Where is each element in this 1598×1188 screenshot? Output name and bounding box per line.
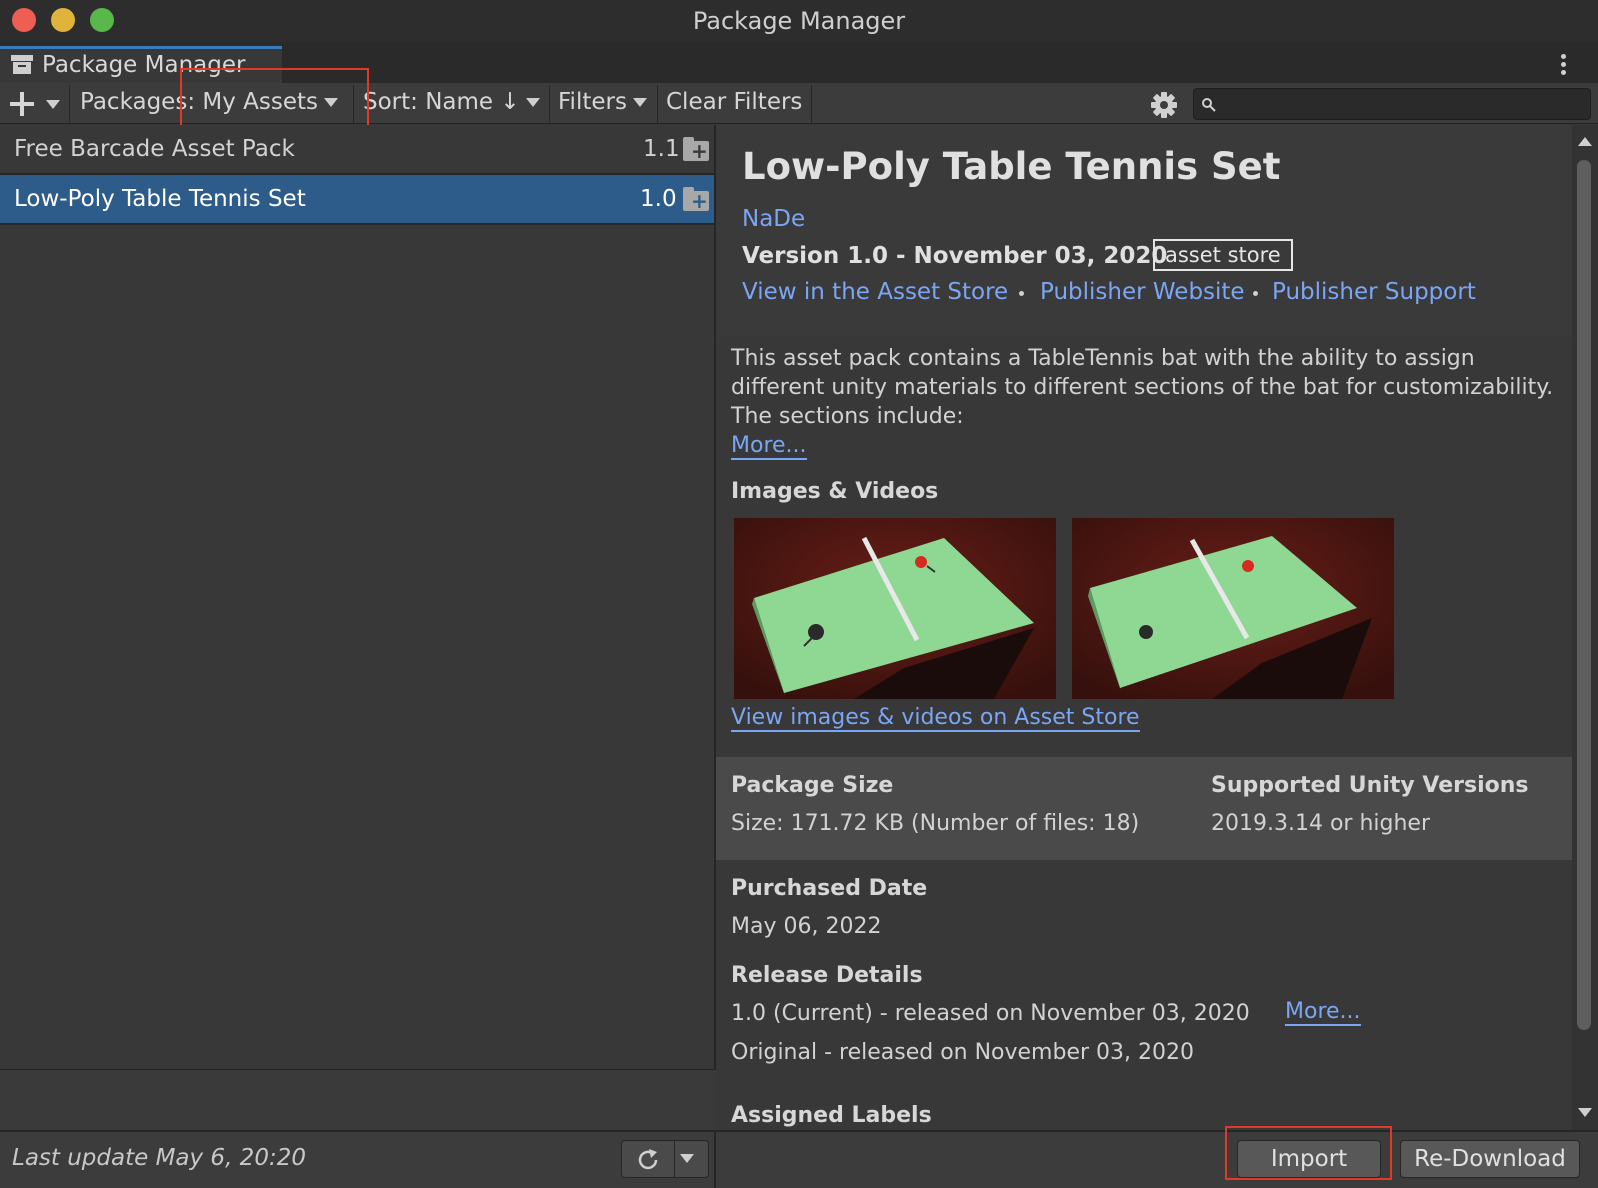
release-original: Original - released on November 03, 2020 bbox=[731, 1040, 1194, 1065]
row-divider bbox=[0, 173, 714, 175]
assigned-labels-heading: Assigned Labels bbox=[731, 1103, 932, 1128]
package-version: 1.1 bbox=[643, 136, 680, 162]
description-line: This asset pack contains a TableTennis b… bbox=[731, 346, 1475, 371]
package-name: Free Barcade Asset Pack bbox=[14, 136, 295, 162]
refresh-button[interactable] bbox=[621, 1140, 709, 1178]
supported-versions-value: 2019.3.14 or higher bbox=[1211, 811, 1431, 836]
author-link[interactable]: NaDe bbox=[742, 206, 805, 232]
chevron-down-icon[interactable] bbox=[680, 1154, 694, 1163]
release-current: 1.0 (Current) - released on November 03,… bbox=[731, 1001, 1250, 1026]
package-folder-icon: + bbox=[683, 187, 709, 213]
chevron-down-icon bbox=[525, 98, 540, 107]
sort-dropdown[interactable]: Sort: Name ↓ bbox=[363, 89, 540, 115]
screenshot-thumbnail-1[interactable] bbox=[734, 518, 1056, 699]
description-more-link[interactable]: More... bbox=[731, 433, 807, 460]
more-options-icon[interactable] bbox=[1561, 54, 1566, 75]
package-name: Low-Poly Table Tennis Set bbox=[14, 186, 306, 212]
package-size-value: Size: 171.72 KB (Number of files: 18) bbox=[731, 811, 1140, 836]
scroll-down-icon[interactable] bbox=[1578, 1108, 1592, 1117]
highlight-box-import bbox=[1225, 1126, 1392, 1180]
view-asset-store-link[interactable]: View in the Asset Store bbox=[742, 279, 1008, 305]
filters-dropdown-label: Filters bbox=[558, 89, 627, 115]
sort-dropdown-label: Sort: Name ↓ bbox=[363, 89, 520, 115]
refresh-icon bbox=[638, 1149, 658, 1170]
description-line: different unity materials to different s… bbox=[731, 375, 1554, 400]
chevron-down-icon bbox=[632, 98, 647, 107]
row-divider bbox=[0, 223, 714, 225]
supported-versions-heading: Supported Unity Versions bbox=[1211, 773, 1529, 798]
list-item-selected[interactable]: Low-Poly Table Tennis Set 1.0 + bbox=[0, 175, 714, 223]
images-heading: Images & Videos bbox=[731, 479, 939, 504]
publisher-website-link[interactable]: Publisher Website bbox=[1040, 279, 1245, 305]
view-images-link[interactable]: View images & videos on Asset Store bbox=[731, 705, 1140, 732]
screenshot-thumbnail-2[interactable] bbox=[1072, 518, 1394, 699]
purchased-date-value: May 06, 2022 bbox=[731, 914, 882, 939]
clear-filters-button[interactable]: Clear Filters bbox=[666, 89, 802, 115]
add-package-button[interactable] bbox=[8, 91, 36, 121]
chevron-down-icon[interactable] bbox=[46, 100, 60, 109]
version-line: Version 1.0 - November 03, 2020 bbox=[742, 243, 1168, 269]
gear-icon[interactable] bbox=[1150, 91, 1178, 119]
package-list: Free Barcade Asset Pack 1.1 + Low-Poly T… bbox=[0, 125, 716, 1069]
release-more-link[interactable]: More... bbox=[1285, 999, 1361, 1026]
package-title: Low-Poly Table Tennis Set bbox=[742, 145, 1281, 188]
publisher-support-link[interactable]: Publisher Support bbox=[1272, 279, 1476, 305]
redownload-button[interactable]: Re-Download bbox=[1400, 1140, 1580, 1178]
window-title: Package Manager bbox=[692, 7, 906, 35]
plus-icon bbox=[10, 92, 34, 116]
package-manager-icon bbox=[11, 55, 33, 74]
purchased-date-heading: Purchased Date bbox=[731, 876, 928, 901]
last-update-text: Last update May 6, 20:20 bbox=[12, 1145, 306, 1171]
search-input[interactable] bbox=[1193, 88, 1591, 120]
source-badge: asset store bbox=[1153, 239, 1293, 271]
package-version: 1.0 bbox=[640, 186, 677, 212]
description-line: The sections include: bbox=[731, 404, 964, 429]
filters-dropdown[interactable]: Filters bbox=[558, 89, 647, 115]
separator-dot bbox=[1019, 291, 1024, 296]
search-icon bbox=[1202, 98, 1216, 112]
scrollbar-thumb[interactable] bbox=[1577, 160, 1591, 1030]
package-folder-icon: + bbox=[683, 137, 709, 163]
separator-dot bbox=[1253, 291, 1258, 296]
package-details: Low-Poly Table Tennis Set NaDe Version 1… bbox=[716, 125, 1572, 1130]
release-details-heading: Release Details bbox=[731, 963, 923, 988]
list-footer bbox=[0, 1069, 716, 1130]
window-titlebar: Package Manager bbox=[0, 0, 1598, 42]
list-item[interactable]: Free Barcade Asset Pack 1.1 + bbox=[0, 125, 714, 173]
scroll-up-icon[interactable] bbox=[1578, 137, 1592, 146]
package-size-heading: Package Size bbox=[731, 773, 894, 798]
